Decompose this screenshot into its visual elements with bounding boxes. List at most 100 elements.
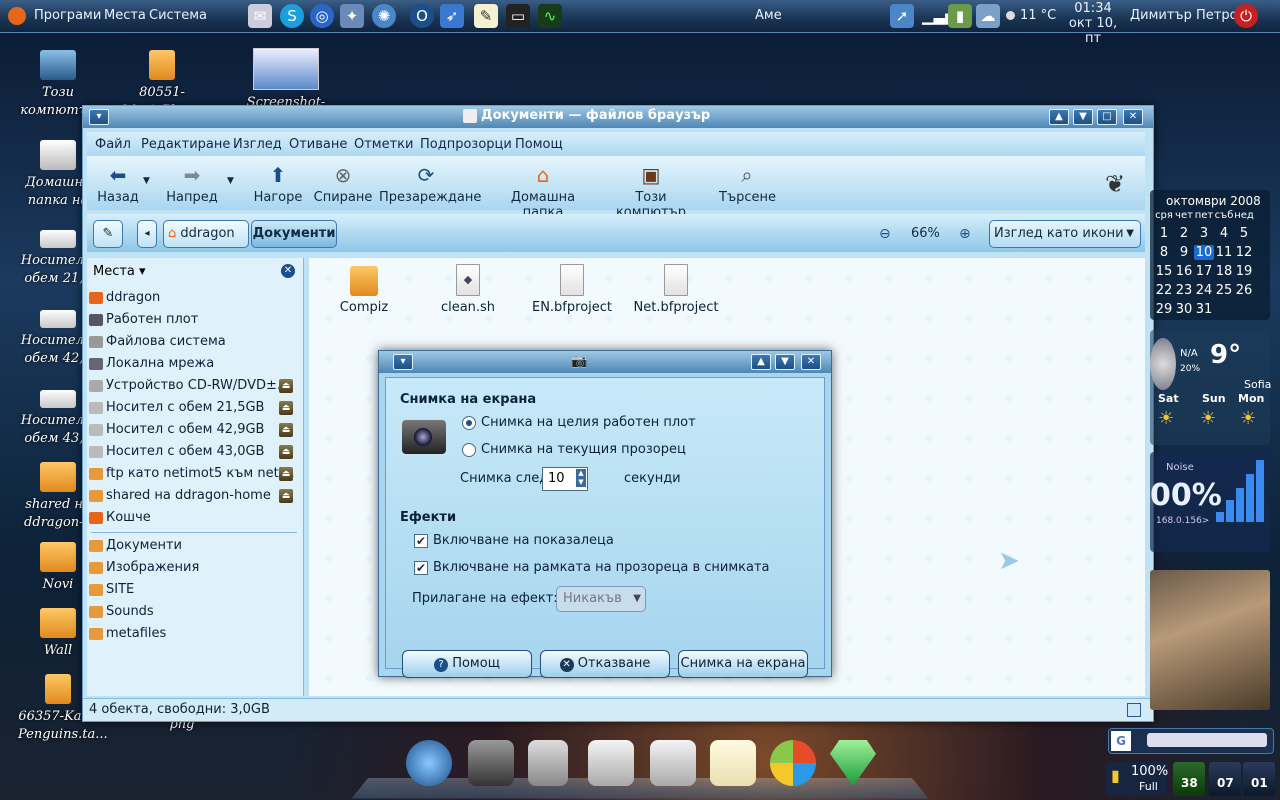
menu-places[interactable]: Места [104,8,146,23]
menu-file[interactable]: Файл [95,137,131,152]
eject-icon[interactable]: ⏏ [279,445,293,459]
eject-icon[interactable]: ⏏ [279,401,293,415]
forward-button[interactable]: ➡ Напред [165,162,219,205]
resize-grip[interactable] [1127,703,1141,717]
calendar-day[interactable]: 8 [1154,245,1174,260]
stop-button[interactable]: ⊗ Спиране [313,162,373,205]
calendar-day[interactable]: 25 [1214,283,1234,298]
menu-go[interactable]: Отиване [289,137,347,152]
toggle-location-entry-button[interactable]: ✎ [93,220,123,248]
cancel-button[interactable]: ✕ Отказване [540,650,670,678]
grab-window-radio[interactable] [462,443,476,457]
menu-tabs[interactable]: Подпрозорци [420,137,512,152]
up-button[interactable]: ⬆ Нагоре [253,162,303,205]
zoom-level[interactable]: 66% [911,226,940,241]
include-border-checkbox[interactable]: ✔ [414,561,428,575]
clock[interactable]: 01:34 окт 10, пт [1068,1,1118,46]
effect-select[interactable]: Никакъв ▼ [556,586,646,612]
grab-desktop-radio[interactable] [462,416,476,430]
dock-drive-icon[interactable] [650,740,696,786]
sidebar-item-cdrom[interactable]: Устройство CD-RW/DVD±... ⏏ [89,376,299,396]
calendar-day[interactable]: 11 [1214,245,1234,260]
file-item-compiz[interactable]: Compiz [319,266,409,315]
calendar-day[interactable]: 1 [1154,226,1174,241]
sidebar-bookmark-site[interactable]: SITE [89,580,299,600]
sidebar-bookmark-documents[interactable]: Документи [89,536,299,556]
shade-down-button[interactable]: ▼ [1073,109,1093,125]
grab-desktop-label[interactable]: Снимка на целия работен плот [481,415,696,430]
panel-weather-temp[interactable]: 11 °C [1020,8,1056,23]
delay-input[interactable]: 10 ▲ ▼ [542,467,588,491]
sidebar-item-filesystem[interactable]: Файлова система [89,332,299,352]
sidebar-item-desktop[interactable]: Работен плот [89,310,299,330]
mail-icon[interactable]: ✉ [248,4,272,28]
calendar-day[interactable]: 5 [1234,226,1254,241]
maximize-button[interactable]: □ [1097,109,1117,125]
calendar-day[interactable]: 19 [1234,264,1254,279]
ubuntu-logo-icon[interactable] [8,7,26,25]
shade-up-button[interactable]: ▲ [1049,109,1069,125]
include-pointer-label[interactable]: Включване на показалеца [433,533,614,548]
sidebar-type-select[interactable]: Места ▾ [93,264,146,279]
calendar-day[interactable]: 16 [1174,264,1194,279]
calendar-day[interactable]: 12 [1234,245,1254,260]
menu-bookmarks[interactable]: Отметки [354,137,413,152]
thunderbird-icon[interactable]: ➶ [440,4,464,28]
eject-icon[interactable]: ⏏ [279,379,293,393]
dock-text-editor-icon[interactable] [710,740,756,786]
zoom-out-icon[interactable]: ⊖ [879,226,891,242]
path-back-button[interactable]: ◂ [137,220,157,248]
messenger-icon[interactable]: ✦ [340,4,364,28]
include-pointer-checkbox[interactable]: ✔ [414,534,428,548]
google-search-widget[interactable]: G [1108,728,1274,754]
dialog-titlebar[interactable]: ▾ 📷 ▲ ▼ ✕ [379,351,831,373]
sidebar-item-shared[interactable]: shared на ddragon-home ⏏ [89,486,299,506]
sidebar-close-icon[interactable]: ✕ [281,264,295,278]
calendar-day[interactable]: 24 [1194,283,1214,298]
calendar-day[interactable]: 2 [1174,226,1194,241]
sidebar-item-ddragon[interactable]: ddragon [89,288,299,308]
text-editor-icon[interactable]: ✎ [474,4,498,28]
dialog-close-button[interactable]: ✕ [801,354,821,370]
eject-icon[interactable]: ⏏ [279,423,293,437]
take-screenshot-button[interactable]: Снимка на екрана [678,650,808,678]
sidebar-item-volume-21[interactable]: Носител с обем 21,5GB ⏏ [89,398,299,418]
delay-spinner[interactable]: ▲ ▼ [576,469,586,487]
back-history-dropdown[interactable]: ▼ [143,176,150,186]
zoom-in-icon[interactable]: ⊕ [959,226,971,242]
calendar-day[interactable]: 31 [1194,302,1214,317]
system-monitor-icon[interactable]: ∿ [538,4,562,28]
signal-icon[interactable]: ▁▃▅ [922,4,957,28]
breadcrumb-ddragon[interactable]: ⌂ ddragon [163,220,249,248]
file-item-clean-sh[interactable]: ◆ clean.sh [423,264,513,315]
calendar-day[interactable]: 3 [1194,226,1214,241]
menu-help[interactable]: Помощ [515,137,563,152]
sidebar-item-volume-43[interactable]: Носител с обем 43,0GB ⏏ [89,442,299,462]
window-menu-button[interactable]: ▾ [89,109,109,125]
dialog-shade-up-button[interactable]: ▲ [751,354,771,370]
calendar-day[interactable]: 30 [1174,302,1194,317]
calendar-today[interactable]: 10 [1194,245,1214,260]
google-search-input[interactable] [1147,733,1267,747]
computer-button[interactable]: ▣ Този компютър [601,162,701,220]
menu-programs[interactable]: Програми [34,8,101,23]
dock-archive-icon[interactable] [528,740,568,786]
dialog-shade-down-button[interactable]: ▼ [775,354,795,370]
battery-icon[interactable]: ▮ [948,4,972,28]
calendar-day[interactable]: 18 [1214,264,1234,279]
sidebar-item-network[interactable]: Локална мрежа [89,354,299,374]
sidebar-bookmark-pictures[interactable]: Изображения [89,558,299,578]
calendar-day[interactable]: 23 [1174,283,1194,298]
weather-icon[interactable]: ☁ [976,4,1000,28]
calendar-day[interactable]: 29 [1154,302,1174,317]
close-button[interactable]: ✕ [1123,109,1143,125]
calendar-day[interactable]: 15 [1154,264,1174,279]
help-button[interactable]: ? Помощ [402,650,532,678]
eject-icon[interactable]: ⏏ [279,489,293,503]
skype-icon[interactable]: S [280,4,304,28]
sidebar-bookmark-metafiles[interactable]: metafiles [89,624,299,644]
search-button[interactable]: ⌕ Търсене [719,162,776,205]
reload-button[interactable]: ⟳ Презареждане [379,162,481,205]
pointer-tray-icon[interactable]: ➚ [890,4,914,28]
dock-browser-icon[interactable] [406,740,452,786]
